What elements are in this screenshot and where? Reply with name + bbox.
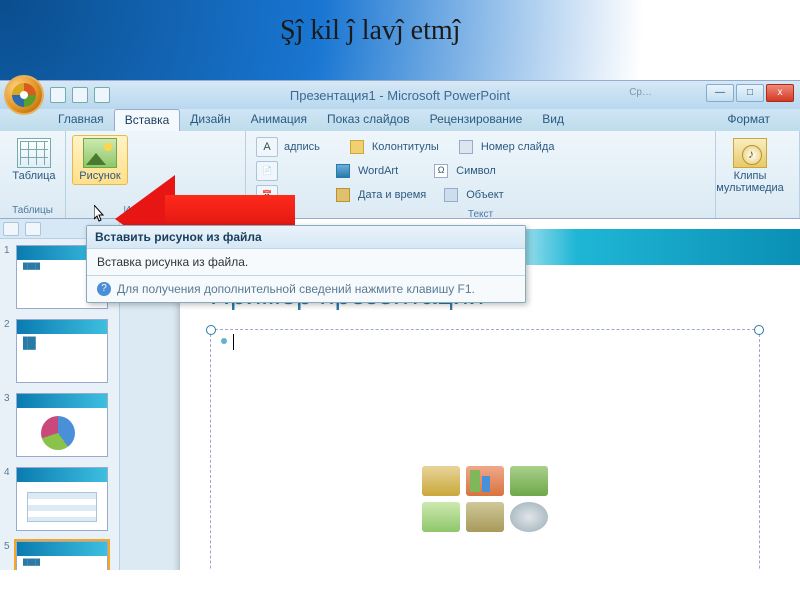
tab-slideshow[interactable]: Показ слайдов [317, 109, 420, 131]
thumb-number: 4 [4, 467, 12, 478]
maximize-button[interactable]: □ [736, 84, 764, 102]
thumb-number: 3 [4, 393, 12, 404]
slide-number-icon [459, 140, 473, 154]
tab-format[interactable]: Формат [717, 109, 780, 131]
insert-smartart-icon[interactable] [510, 466, 548, 496]
wordart-icon [336, 164, 350, 178]
media-label: Клипы мультимедиа [716, 170, 784, 194]
qat-save-icon[interactable] [50, 87, 66, 103]
tab-review[interactable]: Рецензирование [420, 109, 533, 131]
tab-insert[interactable]: Вставка [114, 109, 181, 131]
outline-tab-icon[interactable] [25, 222, 41, 236]
object-button[interactable]: Объект [466, 189, 503, 201]
insert-picture-tooltip: Вставить рисунок из файла Вставка рисунк… [86, 225, 526, 303]
media-icon [733, 138, 767, 168]
insert-chart-icon[interactable] [466, 466, 504, 496]
thumb-number: 5 [4, 541, 12, 552]
tooltip-body: Вставка рисунка из файла. [87, 249, 525, 275]
thumbnail-2[interactable]: 2 ██████ [4, 319, 115, 383]
tooltip-help-text: Для получения дополнительной сведений на… [117, 282, 475, 296]
tab-design[interactable]: Дизайн [180, 109, 240, 131]
close-button[interactable]: x [766, 84, 794, 102]
window-title: Презентация1 - Microsoft PowerPoint [290, 88, 510, 103]
bullet-icon [221, 338, 227, 344]
textbox-label-partial: адпись [284, 141, 320, 153]
object-icon [444, 188, 458, 202]
symbol-icon: Ω [434, 164, 448, 178]
picture-icon [83, 138, 117, 168]
quick-access-toolbar [50, 87, 110, 103]
wordart-button[interactable]: WordArt [358, 165, 398, 177]
placeholder-content-icons [422, 466, 548, 532]
ribbon-tabs: Главная Вставка Дизайн Анимация Показ сл… [0, 109, 800, 131]
qat-undo-icon[interactable] [72, 87, 88, 103]
help-icon: ? [97, 282, 111, 296]
tab-view[interactable]: Вид [532, 109, 574, 131]
tooltip-title: Вставить рисунок из файла [87, 226, 525, 249]
group-media-label [722, 214, 793, 216]
thumbnail-5[interactable]: 5 ████ [4, 541, 115, 570]
text-cursor [233, 334, 234, 350]
insert-media-icon[interactable] [510, 502, 548, 532]
titlebar: Презентация1 - Microsoft PowerPoint Ср… … [0, 81, 800, 109]
minimize-button[interactable]: — [706, 84, 734, 102]
slides-tab-icon[interactable] [3, 222, 19, 236]
thumb-number: 1 [4, 245, 12, 256]
header-footer-icon [350, 140, 364, 154]
slide-number-button[interactable]: Номер слайда [481, 141, 555, 153]
thumbnail-3[interactable]: 3 [4, 393, 115, 457]
insert-clipart-icon[interactable] [466, 502, 504, 532]
content-placeholder[interactable] [210, 329, 760, 570]
header-footer-button[interactable]: Колонтитулы [372, 141, 439, 153]
table-button[interactable]: Таблица [6, 135, 62, 185]
table-label: Таблица [12, 170, 55, 182]
mouse-cursor-icon [94, 205, 106, 223]
instruction-heading: Şĵ kil ĵ lavĵ etmĵ [280, 15, 460, 47]
qat-redo-icon[interactable] [94, 87, 110, 103]
office-button[interactable] [4, 75, 44, 115]
tab-home[interactable]: Главная [48, 109, 114, 131]
tab-animation[interactable]: Анимация [241, 109, 317, 131]
symbol-button[interactable]: Символ [456, 165, 496, 177]
thumb-number: 2 [4, 319, 12, 330]
textbox-icon[interactable]: A [256, 137, 278, 157]
header-footer-mini-icon[interactable]: 📄 [256, 161, 278, 181]
powerpoint-window: Презентация1 - Microsoft PowerPoint Ср… … [0, 80, 800, 570]
ribbon: Таблица Таблицы Рисунок Иллюстрации A [0, 131, 800, 219]
slide-decor-band [480, 229, 800, 265]
table-icon [17, 138, 51, 168]
thumbnail-4[interactable]: 4 [4, 467, 115, 531]
date-time-button[interactable]: Дата и время [358, 189, 426, 201]
group-tables-label: Таблицы [6, 203, 59, 216]
insert-picture-icon[interactable] [422, 502, 460, 532]
insert-table-icon[interactable] [422, 466, 460, 496]
date-time-icon [336, 188, 350, 202]
contextual-tools-label: Ср… [629, 87, 652, 98]
media-clips-button[interactable]: Клипы мультимедиа [722, 135, 778, 197]
